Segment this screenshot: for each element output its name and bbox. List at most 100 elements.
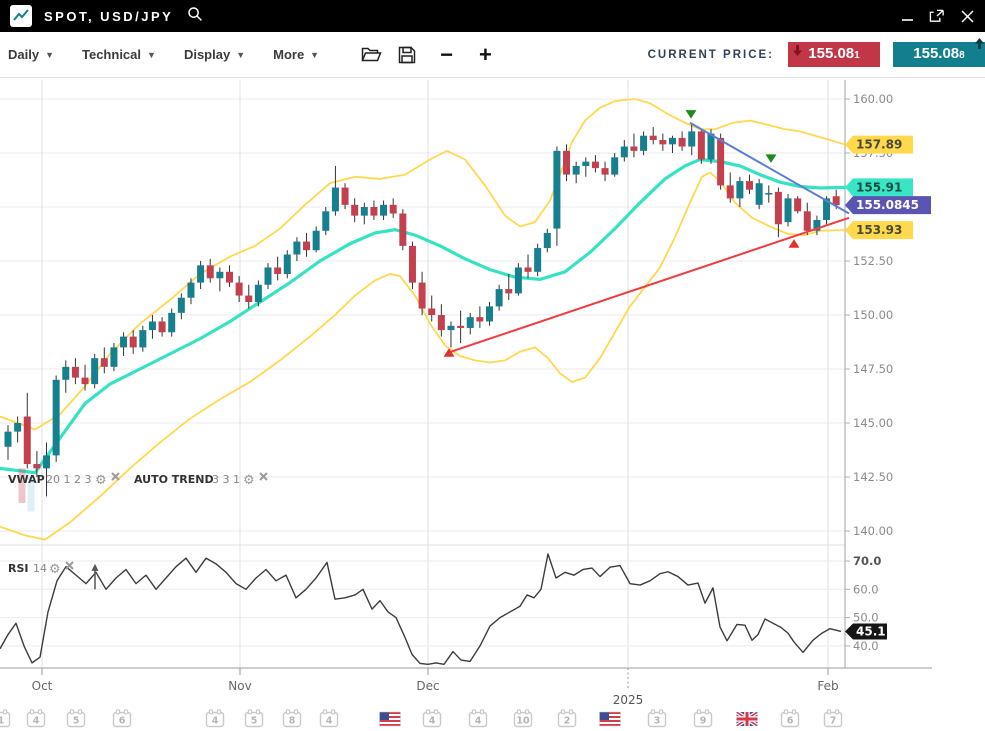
calendar-event-icon[interactable]: 6: [114, 710, 131, 727]
ask-price-pip: 8: [959, 50, 965, 61]
minimize-button[interactable]: [899, 9, 915, 23]
price-gridlines: 160.00157.50155.00152.50150.00147.50145.…: [0, 92, 893, 538]
app-chart-icon: [10, 5, 32, 27]
close-icon[interactable]: [959, 9, 975, 23]
svg-text:⚙: ⚙: [243, 473, 255, 488]
us-flag-icon[interactable]: [600, 712, 621, 726]
calendar-event-icon[interactable]: 5: [68, 710, 85, 727]
svg-text:147.50: 147.50: [853, 362, 893, 376]
calendar-event-icon[interactable]: 4: [470, 710, 487, 727]
ask-price-value: 155.08: [913, 45, 959, 62]
svg-text:153.93: 153.93: [856, 223, 902, 237]
svg-text:⚙: ⚙: [49, 562, 61, 577]
month-gridlines: [42, 80, 828, 668]
svg-text:⚙: ⚙: [95, 473, 107, 488]
calendar-event-icon[interactable]: 8: [284, 710, 301, 727]
calendar-event-icon[interactable]: 3: [649, 710, 666, 727]
popout-icon[interactable]: [929, 9, 945, 23]
arrow-up-icon: [975, 38, 984, 49]
bid-price-box: 155.081: [788, 42, 880, 67]
svg-text:4: 4: [212, 716, 219, 727]
svg-text:4: 4: [326, 716, 333, 727]
svg-text:40.0: 40.0: [853, 639, 879, 653]
calendar-event-icon[interactable]: 5: [246, 710, 263, 727]
chart-toolbar: Daily ▼ Technical ▼ Display ▼ More ▼: [0, 32, 985, 78]
svg-text:155.0845: 155.0845: [856, 198, 919, 212]
svg-text:6: 6: [119, 716, 126, 727]
price-badge-153.93: 153.93: [845, 221, 913, 239]
search-icon[interactable]: [187, 6, 203, 27]
svg-text:8: 8: [289, 716, 296, 727]
svg-text:Dec: Dec: [416, 679, 439, 693]
auto-trend-settings-icon[interactable]: ⚙: [243, 473, 255, 488]
calendar-event-icon[interactable]: 2: [559, 710, 576, 727]
svg-text:70.0: 70.0: [853, 554, 881, 568]
svg-text:3: 3: [654, 716, 661, 727]
rsi-remove-icon[interactable]: [66, 562, 73, 569]
current-price-label: CURRENT PRICE:: [648, 49, 774, 61]
svg-text:VWAP: VWAP: [8, 473, 45, 486]
price-badge-157.89: 157.89: [845, 136, 913, 154]
time-axis: OctNovDec2025Feb: [32, 668, 839, 707]
svg-text:4: 4: [33, 716, 40, 727]
bid-price-value: 155.08: [808, 45, 854, 62]
window-controls: [899, 9, 975, 23]
calendar-event-icon[interactable]: 1: [0, 710, 10, 727]
rsi-settings-icon[interactable]: ⚙: [49, 562, 61, 577]
zoom-out-button[interactable]: −: [440, 44, 453, 66]
svg-text:AUTO TREND: AUTO TREND: [134, 473, 214, 486]
svg-text:1: 1: [0, 716, 4, 727]
candles-layer: [5, 125, 840, 497]
svg-text:7: 7: [830, 716, 837, 727]
vwap-settings-icon[interactable]: ⚙: [95, 473, 107, 488]
svg-text:RSI: RSI: [8, 562, 29, 575]
calendar-event-icon[interactable]: 7: [825, 710, 842, 727]
rsi-value-badge: 45.1: [845, 623, 887, 639]
svg-text:150.00: 150.00: [853, 308, 893, 322]
window-title: SPOT, USD/JPY: [44, 9, 173, 24]
chevron-down-icon: ▼: [147, 50, 156, 60]
calendar-event-icon[interactable]: 9: [695, 710, 712, 727]
uk-flag-icon[interactable]: [737, 712, 758, 726]
technical-menu[interactable]: Technical ▼: [82, 47, 156, 62]
more-menu[interactable]: More ▼: [273, 47, 319, 62]
chevron-down-icon: ▼: [236, 50, 245, 60]
svg-text:145.00: 145.00: [853, 416, 893, 430]
svg-text:3 3 1: 3 3 1: [212, 473, 240, 486]
timeframe-menu-label: Daily: [8, 47, 39, 62]
display-menu-label: Display: [184, 47, 230, 62]
svg-text:Nov: Nov: [228, 679, 251, 693]
svg-text:50.0: 50.0: [853, 611, 879, 625]
rsi-line: [0, 554, 841, 664]
chart-canvas[interactable]: 160.00157.50155.00152.50150.00147.50145.…: [0, 78, 985, 731]
chevron-down-icon: ▼: [310, 50, 319, 60]
svg-text:4: 4: [429, 716, 436, 727]
calendar-event-icon[interactable]: 4: [321, 710, 338, 727]
us-flag-icon[interactable]: [380, 712, 401, 726]
svg-text:14: 14: [33, 562, 47, 575]
price-chart-svg[interactable]: 160.00157.50155.00152.50150.00147.50145.…: [0, 78, 985, 731]
calendar-event-icon[interactable]: 10: [515, 710, 532, 727]
zoom-in-button[interactable]: +: [479, 44, 492, 66]
timeframe-menu[interactable]: Daily ▼: [8, 47, 54, 62]
chart-application-window: SPOT, USD/JPY: [0, 0, 985, 731]
more-menu-label: More: [273, 47, 304, 62]
calendar-event-icon[interactable]: 4: [207, 710, 224, 727]
svg-text:Feb: Feb: [817, 679, 838, 693]
title-bar: SPOT, USD/JPY: [0, 0, 985, 32]
svg-text:6: 6: [787, 716, 794, 727]
display-menu[interactable]: Display ▼: [184, 47, 245, 62]
svg-text:9: 9: [700, 716, 707, 727]
save-icon[interactable]: [398, 46, 416, 64]
calendar-event-icon[interactable]: 4: [424, 710, 441, 727]
svg-text:152.50: 152.50: [853, 254, 893, 268]
calendar-event-icon[interactable]: 4: [28, 710, 45, 727]
price-badge-155.0845: 155.0845: [845, 196, 931, 214]
open-folder-icon[interactable]: [361, 46, 382, 63]
calendar-event-icon[interactable]: 6: [782, 710, 799, 727]
svg-text:140.00: 140.00: [853, 524, 893, 538]
svg-text:45.1: 45.1: [856, 624, 886, 638]
svg-text:60.0: 60.0: [853, 582, 879, 596]
svg-text:5: 5: [73, 716, 80, 727]
svg-text:4: 4: [475, 716, 482, 727]
